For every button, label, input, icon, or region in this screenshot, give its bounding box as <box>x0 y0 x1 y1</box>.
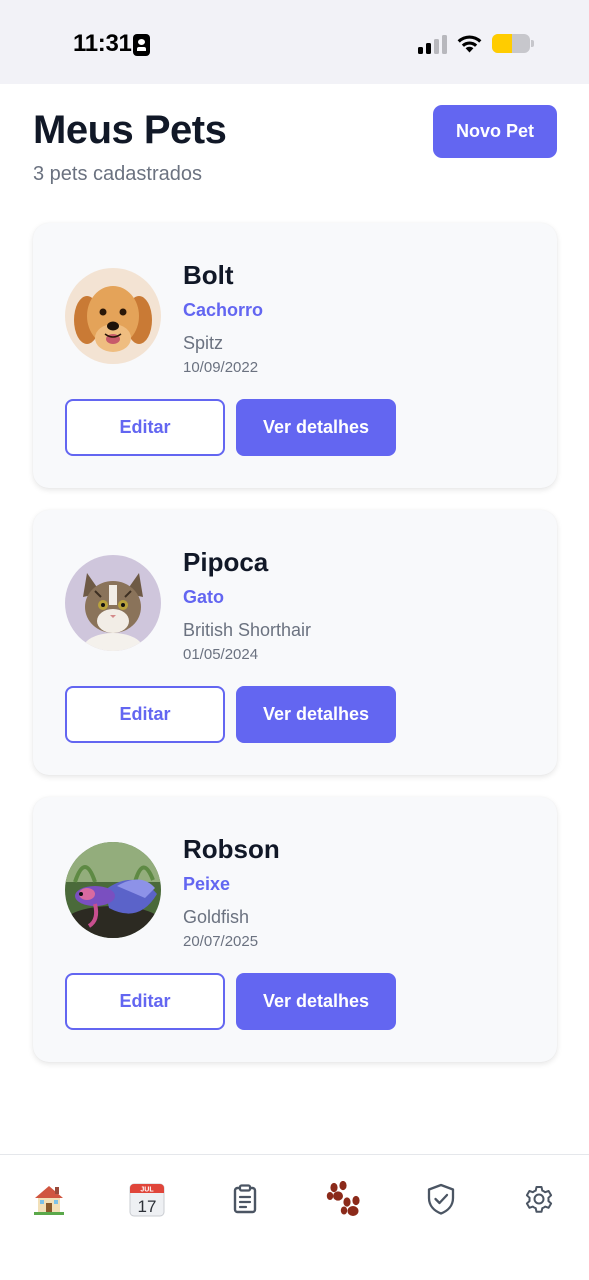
tab-pets[interactable] <box>323 1179 363 1219</box>
pet-card: Robson Peixe Goldfish 20/07/2025 Editar … <box>33 797 557 1062</box>
tab-settings[interactable] <box>519 1179 559 1219</box>
page-title: Meus Pets <box>33 108 227 152</box>
paw-icon <box>326 1181 360 1216</box>
pet-card: Bolt Cachorro Spitz 10/09/2022 Editar Ve… <box>33 223 557 488</box>
view-details-button[interactable]: Ver detalhes <box>236 399 396 456</box>
pet-breed: Goldfish <box>183 907 250 927</box>
house-icon <box>34 1186 64 1215</box>
pet-card: Pipoca Gato British Shorthair 01/05/2024… <box>33 510 557 775</box>
bottom-tab-bar: JUL 17 <box>0 1154 589 1280</box>
pet-name: Bolt <box>183 260 234 290</box>
pet-count-subtitle: 3 pets cadastrados <box>33 163 202 185</box>
view-details-button[interactable]: Ver detalhes <box>236 973 396 1030</box>
pet-avatar-fish[interactable] <box>65 842 161 938</box>
pet-date: 10/09/2022 <box>183 359 259 376</box>
edit-pet-button[interactable]: Editar <box>65 686 225 743</box>
pet-name: Pipoca <box>183 547 269 577</box>
battery-icon <box>492 34 530 53</box>
pet-species: Gato <box>183 587 225 607</box>
battery-cap <box>531 40 534 47</box>
pet-avatar-cat[interactable] <box>65 555 161 651</box>
pet-species: Peixe <box>183 874 231 894</box>
status-bar: 11:31 <box>0 0 589 84</box>
edit-pet-button[interactable]: Editar <box>65 973 225 1030</box>
cellular-signal-icon <box>418 34 448 54</box>
svg-text:JUL: JUL <box>140 1187 154 1194</box>
cat-photo <box>65 555 161 651</box>
new-pet-button[interactable]: Novo Pet <box>433 105 557 158</box>
svg-text:17: 17 <box>138 1197 157 1216</box>
pet-species: Cachorro <box>183 300 264 320</box>
calendar-icon: JUL 17 <box>129 1183 165 1217</box>
tab-records[interactable] <box>225 1179 265 1219</box>
contact-card-icon <box>133 34 150 56</box>
pet-name: Robson <box>183 834 280 864</box>
tab-calendar[interactable]: JUL 17 <box>127 1179 167 1219</box>
status-time: 11:31 <box>73 30 132 57</box>
wifi-icon <box>457 35 482 53</box>
view-details-button[interactable]: Ver detalhes <box>236 686 396 743</box>
shield-check-icon <box>427 1183 455 1215</box>
tab-home[interactable] <box>29 1179 69 1219</box>
pet-breed: Spitz <box>183 333 224 353</box>
pet-breed: British Shorthair <box>183 620 312 640</box>
gear-icon <box>525 1186 553 1213</box>
pet-date: 20/07/2025 <box>183 933 259 950</box>
tab-health[interactable] <box>421 1179 461 1219</box>
edit-pet-button[interactable]: Editar <box>65 399 225 456</box>
pet-avatar-dog[interactable] <box>65 268 161 364</box>
clipboard-icon <box>233 1184 257 1214</box>
dog-photo <box>65 268 161 364</box>
pet-date: 01/05/2024 <box>183 646 259 663</box>
fish-photo <box>65 842 161 938</box>
